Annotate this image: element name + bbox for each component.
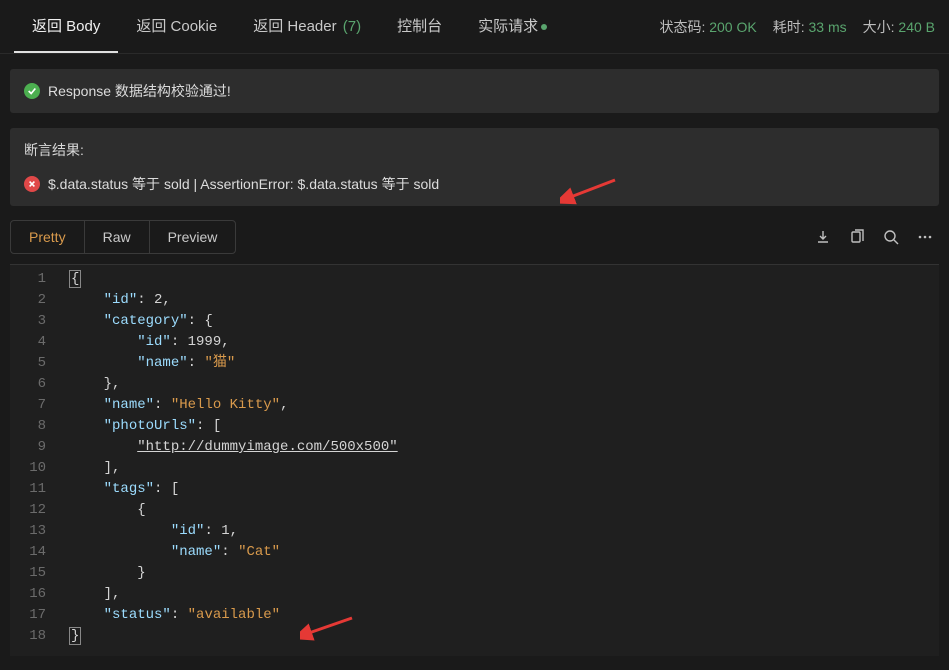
code-token: { (137, 502, 145, 518)
response-stats: 状态码: 200 OK 耗时: 33 ms 大小: 240 B (659, 17, 935, 37)
code-url-token[interactable]: "http://dummyimage.com/500x500" (137, 439, 397, 455)
time-label: 耗时: (773, 19, 805, 35)
code-token: "Hello Kitty" (171, 397, 280, 413)
code-token: "name" (137, 355, 187, 371)
line-gutter: 123456789101112131415161718 (10, 265, 60, 656)
view-raw-button[interactable]: Raw (85, 221, 150, 253)
tab-body[interactable]: 返回 Body (14, 0, 118, 53)
code-token: } (69, 627, 81, 645)
tab-console[interactable]: 控制台 (379, 0, 460, 53)
size-value: 240 B (898, 19, 935, 35)
view-preview-button[interactable]: Preview (150, 221, 236, 253)
body-toolbar: Pretty Raw Preview (10, 220, 939, 254)
code-token: ], (104, 460, 121, 476)
time-value: 33 ms (809, 19, 847, 35)
tab-actual-request[interactable]: 实际请求 (460, 0, 565, 53)
code-token: "name" (104, 397, 154, 413)
code-token: "Cat" (238, 544, 280, 560)
toolbar-icons (815, 229, 939, 245)
code-token: "id" (171, 523, 205, 539)
code-token: }, (104, 376, 121, 392)
code-token: : [ (154, 481, 179, 497)
validation-message: Response 数据结构校验通过! (48, 81, 231, 101)
code-token: "available" (188, 607, 280, 623)
code-token: "status" (104, 607, 171, 623)
code-token: : { (188, 313, 213, 329)
code-token: { (69, 270, 81, 288)
code-editor[interactable]: 123456789101112131415161718 { "id": 2, "… (10, 264, 939, 656)
status-label: 状态码: (659, 19, 705, 35)
code-token: ], (104, 586, 121, 602)
code-token: "id" (104, 292, 138, 308)
code-token: "tags" (104, 481, 154, 497)
tab-header-count: (7) (343, 18, 361, 35)
code-token: } (137, 565, 145, 581)
response-topbar: 返回 Body 返回 Cookie 返回 Header (7) 控制台 实际请求… (0, 0, 949, 54)
code-token: "id" (137, 334, 171, 350)
status-code: 状态码: 200 OK (659, 17, 756, 37)
assertion-panel: 断言结果: $.data.status 等于 sold | AssertionE… (10, 128, 939, 206)
copy-icon[interactable] (849, 229, 865, 245)
assertion-message: $.data.status 等于 sold | AssertionError: … (48, 174, 439, 194)
dot-indicator-icon (541, 24, 547, 30)
more-icon[interactable] (917, 229, 933, 245)
x-circle-icon (24, 176, 40, 192)
code-token: : [ (196, 418, 221, 434)
elapsed-time: 耗时: 33 ms (773, 17, 847, 37)
tab-actual-label: 实际请求 (478, 18, 538, 35)
code-token: : 1999, (171, 334, 230, 350)
response-tabs: 返回 Body 返回 Cookie 返回 Header (7) 控制台 实际请求 (14, 0, 565, 53)
tab-cookie[interactable]: 返回 Cookie (118, 0, 235, 53)
tab-header-label: 返回 Header (253, 18, 336, 35)
code-token: "photoUrls" (104, 418, 196, 434)
view-mode-buttons: Pretty Raw Preview (10, 220, 236, 254)
code-token: "猫" (204, 355, 235, 371)
view-pretty-button[interactable]: Pretty (11, 221, 85, 253)
code-token: : 2, (137, 292, 171, 308)
search-icon[interactable] (883, 229, 899, 245)
validation-panel: Response 数据结构校验通过! (10, 69, 939, 113)
code-lines: { "id": 2, "category": { "id": 1999, "na… (60, 265, 398, 656)
size-label: 大小: (863, 19, 895, 35)
assertion-title: 断言结果: (24, 140, 925, 160)
status-value: 200 OK (709, 19, 756, 35)
response-size: 大小: 240 B (863, 17, 935, 37)
code-token: "category" (104, 313, 188, 329)
tab-header[interactable]: 返回 Header (7) (235, 0, 379, 53)
code-token: : 1, (204, 523, 238, 539)
download-icon[interactable] (815, 229, 831, 245)
code-token: "name" (171, 544, 221, 560)
check-circle-icon (24, 83, 40, 99)
